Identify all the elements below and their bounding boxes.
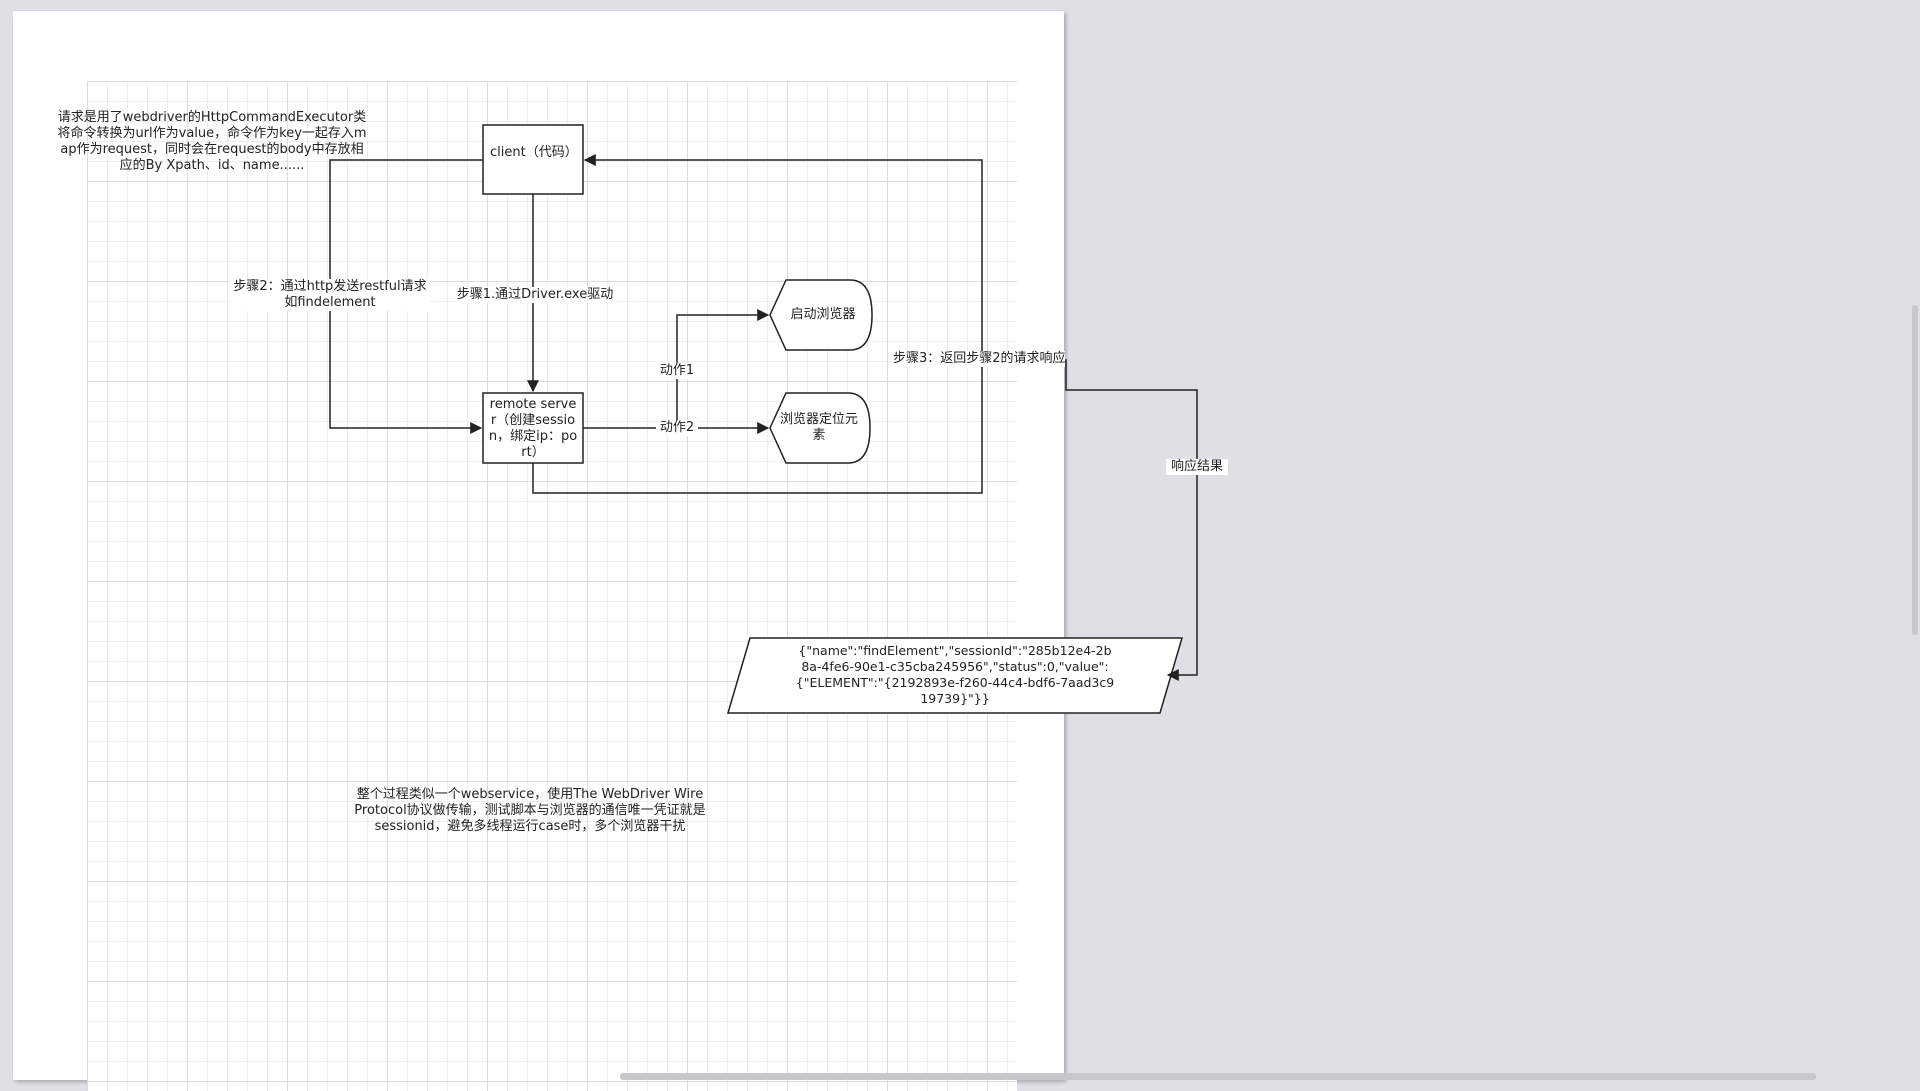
response-result-edge[interactable]: [982, 359, 1198, 681]
client-label: client（代码）: [490, 145, 578, 160]
action2-label: 动作2: [656, 420, 698, 436]
locate-element-label: 浏览器定位元素: [779, 412, 858, 443]
response-json-text: {"name":"findElement","sessionId":"285b1…: [795, 643, 1115, 706]
step3-edge[interactable]: [532, 154, 983, 494]
step1-label: 步骤1.通过Driver.exe驱动: [455, 287, 615, 303]
response-result-label: 响应结果: [1166, 459, 1228, 475]
step2-label: 步骤2：通过http发送restful请求如findelement: [230, 279, 430, 311]
remote-server-label: remote server（创建session，绑定ip：port）: [488, 397, 578, 460]
step3-label: 步骤3：返回步骤2的请求响应: [893, 351, 1066, 367]
launch-browser-label: 启动浏览器: [790, 307, 856, 322]
action1-label: 动作1: [656, 363, 698, 379]
top-note-text: 请求是用了webdriver的HttpCommandExecutor类将命令转换…: [57, 110, 367, 173]
vertical-scrollbar[interactable]: [1912, 305, 1918, 635]
bottom-note-text: 整个过程类似一个webservice，使用The WebDriver Wire …: [354, 787, 706, 834]
horizontal-scrollbar[interactable]: [620, 1073, 1816, 1080]
